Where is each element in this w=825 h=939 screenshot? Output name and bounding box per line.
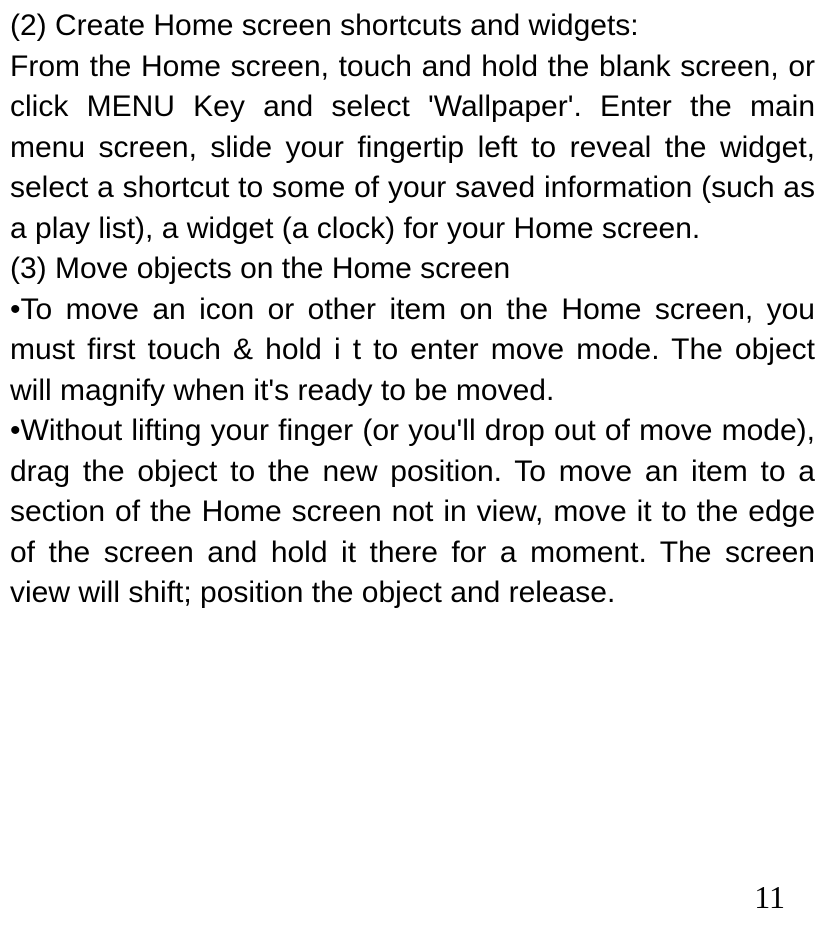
section-3-heading: (3) Move objects on the Home screen (10, 249, 815, 290)
section-3-bullet-2: •Without lifting your finger (or you'll … (10, 411, 815, 614)
section-2-body: From the Home screen, touch and hold the… (10, 47, 815, 250)
document-content: (2) Create Home screen shortcuts and wid… (10, 6, 815, 614)
section-2-heading: (2) Create Home screen shortcuts and wid… (10, 6, 815, 47)
page-number: 11 (754, 876, 785, 919)
section-3-bullet-1: •To move an icon or other item on the Ho… (10, 290, 815, 412)
